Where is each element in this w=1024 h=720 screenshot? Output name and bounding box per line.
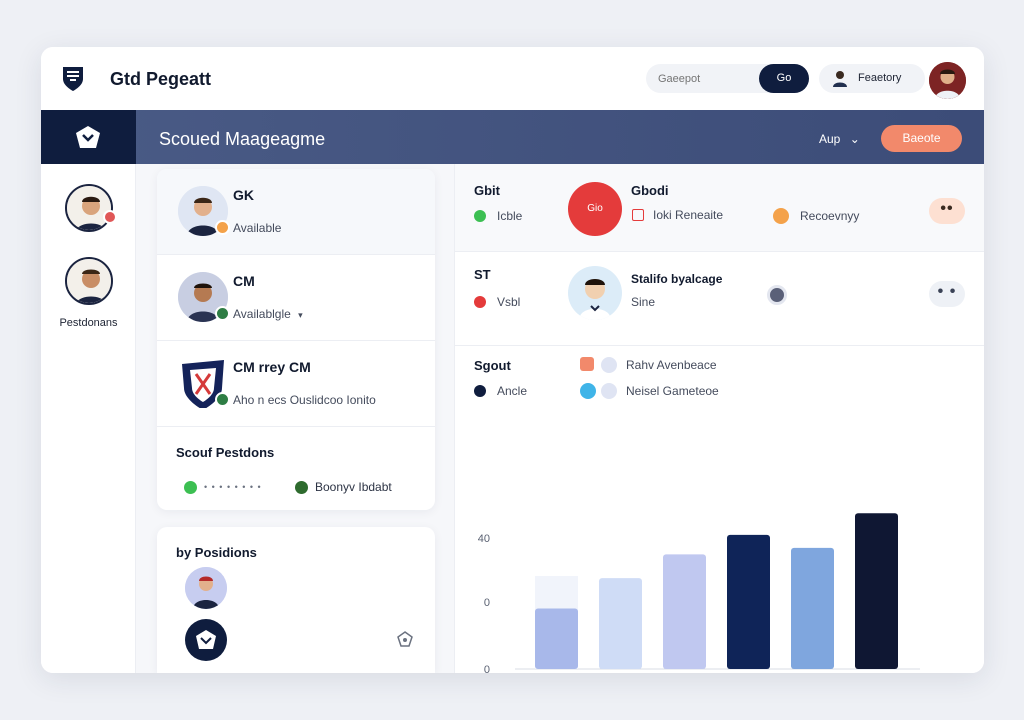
more-options-button[interactable]: •• [929,198,965,224]
checkbox-icon[interactable] [632,209,644,221]
player-row[interactable]: CM rrey CM Aho n ecs Ouslidcoo Ionito [157,341,435,427]
app-window: Gtd Pegeatt Go Feaetory [41,47,984,673]
search-input[interactable] [658,64,758,93]
row-status: Vsbl [497,295,521,309]
header-dropdown[interactable]: Aup ⌄ [819,132,860,146]
team-emblem-icon [76,126,100,148]
team-emblem-icon[interactable] [185,619,227,661]
row-status: Icble [497,209,523,223]
row-text: Recoevnyy [800,209,860,223]
row-text: Ioki Reneaite [653,208,724,222]
scout-chart: Sgout Ancle Rahv Avenbeace Neisel Gamete… [455,346,984,673]
status-badge [103,210,117,224]
status-badge [215,392,230,407]
player-list-card: GK Available CM Availablgle ▾ CM rrey CM… [157,169,435,510]
status-badge [215,220,230,235]
header-logo-box [41,110,136,164]
header-action-button[interactable]: Baeote [881,125,962,152]
user-icon [833,71,847,87]
player-status: Aho n ecs Ouslidcoo Ionito [233,393,376,407]
chart-bar-foono[interactable] [599,578,642,669]
toggle-dot-icon[interactable] [767,285,787,305]
row-title: Gbodi [631,183,669,198]
status-badge [215,306,230,321]
search-button[interactable]: Go [759,64,809,93]
chevron-down-icon: ⌄ [849,132,860,146]
bar-chart: 0040VetecoeoFoonoNSBCMBoomST [478,513,920,673]
page-header: Scoued Maageagme Aup ⌄ Baeote [41,110,984,164]
row-text: Sine [631,295,656,309]
player-position: CM [233,273,255,289]
green-dot-icon [184,481,197,494]
player-avatar [568,266,622,320]
dark-green-dot-icon [295,481,308,494]
settings-icon[interactable] [396,630,414,648]
info-row: Gbit Icble Gio Gbodi Ioki Reneaite Recoe… [455,164,984,252]
page-title: Scoued Maageagme [159,129,326,149]
sidebar-player-avatar[interactable] [65,257,113,305]
scout-positions-title: Scouf Pestdons [176,445,275,460]
red-dot-icon [474,296,486,308]
y-tick-label: 0 [484,664,490,673]
green-dot-icon [474,210,486,222]
y-tick-label: 0 [484,597,490,609]
chart-bar-boom[interactable] [791,547,834,669]
row-title: Stalifo byalcage [631,272,723,286]
player-position: GK [233,187,254,203]
position-avatar[interactable] [185,567,227,609]
chart-bar-nsb[interactable] [663,554,706,669]
profile-avatar[interactable] [929,62,966,99]
players-column: GK Available CM Availablgle ▾ CM rrey CM… [136,164,454,673]
y-tick-label: 40 [478,533,490,545]
search-bar: Go [646,64,809,93]
app-title: Gtd Pegeatt [110,69,212,89]
sidebar: Pestdonans [41,164,136,673]
player-position: CM rrey CM [233,359,311,375]
info-row: ST Vsbl Stalifo byalcage Sine • • [455,252,984,346]
user-name: Feaetory [858,72,902,84]
row-title: Gbit [474,183,500,198]
player-status-text: Availablgle [233,307,291,321]
chevron-down-icon[interactable]: ▾ [298,310,303,320]
by-positions-card: by Posidions [157,527,435,673]
sidebar-player-avatar[interactable] [65,184,113,232]
sidebar-positions-label[interactable]: Pestdonans [41,317,136,329]
player-row[interactable]: GK Available [157,169,435,255]
row-title: ST [474,267,491,282]
legend-dots: • • • • • • • • [204,482,262,492]
user-chip[interactable]: Feaetory [819,64,925,93]
red-badge: Gio [568,182,622,236]
header-dropdown-label: Aup [819,132,841,146]
player-row[interactable]: CM Availablgle ▾ [157,255,435,341]
by-positions-title: by Posidions [176,545,257,560]
chart-bar-vetecoeo[interactable] [535,608,578,669]
player-status: Availablgle ▾ [233,307,303,321]
main-panel: Gbit Icble Gio Gbodi Ioki Reneaite Recoe… [454,164,984,673]
chart-bar-st[interactable] [855,513,898,669]
top-bar: Gtd Pegeatt Go Feaetory [41,47,984,110]
player-status: Available [233,221,282,235]
legend-label: Boonyv Ibdabt [315,480,392,494]
club-crest-icon [63,67,83,91]
more-options-button[interactable]: • • [929,281,965,307]
chart-bar-cm[interactable] [727,534,770,669]
orange-dot-icon [773,208,789,224]
